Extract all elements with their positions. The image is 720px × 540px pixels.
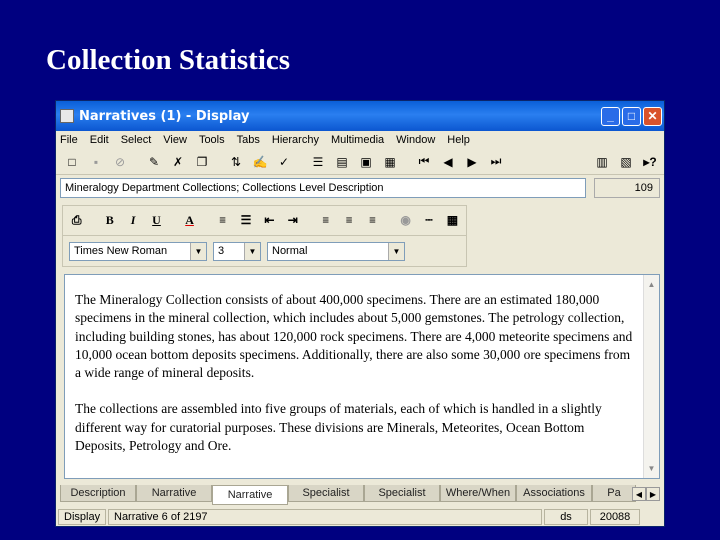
- indent-icon[interactable]: ⇥: [283, 211, 302, 231]
- print-icon[interactable]: ⎙: [67, 211, 86, 231]
- menu-hierarchy[interactable]: Hierarchy: [272, 134, 319, 146]
- minimize-button[interactable]: _: [601, 106, 620, 126]
- delete-record-icon[interactable]: ✗: [168, 152, 188, 172]
- main-toolbar: □ ▪ ⊘ ✎ ✗ ❐ ⇅ ✍ ✓ ☰ ▤ ▣ ▦ ⏮ ◀ ▶ ⏭ ▥ ▧ ▸?: [56, 149, 664, 175]
- font-select[interactable]: Times New Roman ▼: [69, 241, 207, 261]
- first-record-icon[interactable]: ⏮: [414, 152, 434, 172]
- narrative-paragraph: The collections are assembled into five …: [75, 401, 602, 454]
- tab-description[interactable]: Description: [60, 485, 136, 502]
- window-title: Narratives (1) - Display: [79, 108, 250, 124]
- tab-specialist-2[interactable]: Specialist: [364, 485, 440, 502]
- description-row: Mineralogy Department Collections; Colle…: [56, 175, 664, 201]
- status-id: 20088: [590, 509, 640, 525]
- menu-window[interactable]: Window: [396, 134, 435, 146]
- tab-more[interactable]: Pa: [592, 485, 636, 502]
- size-select-value: 3: [218, 245, 225, 257]
- menu-edit[interactable]: Edit: [90, 134, 109, 146]
- next-record-icon[interactable]: ▶: [462, 152, 482, 172]
- font-color-icon[interactable]: A: [180, 211, 199, 231]
- close-button[interactable]: ✕: [643, 106, 662, 126]
- menu-help[interactable]: Help: [447, 134, 470, 146]
- status-bar: Display Narrative 6 of 2197 ds 20088: [56, 508, 664, 526]
- report-icon[interactable]: ▧: [616, 152, 636, 172]
- italic-icon[interactable]: I: [123, 211, 142, 231]
- format-toolbar: ⎙ B I U A ≡ ☰ ⇤ ⇥ ≡ ≡ ≡ ◉ ┄ ▦ Times New …: [62, 205, 467, 267]
- copy-record-icon[interactable]: ❐: [192, 152, 212, 172]
- sort-icon[interactable]: ⇅: [226, 152, 246, 172]
- edit-icon[interactable]: ✍: [250, 152, 270, 172]
- style-select[interactable]: Normal ▼: [267, 241, 405, 261]
- outdent-icon[interactable]: ⇤: [260, 211, 279, 231]
- edit-record-icon[interactable]: ✎: [144, 152, 164, 172]
- table-icon[interactable]: ▦: [443, 211, 462, 231]
- font-select-value: Times New Roman: [74, 245, 168, 257]
- menu-multimedia[interactable]: Multimedia: [331, 134, 384, 146]
- tab-strip: Description Narrative Narrative Speciali…: [60, 485, 662, 505]
- application-window: Narratives (1) - Display _ □ ✕ File Edit…: [55, 100, 665, 527]
- status-user: ds: [544, 509, 588, 525]
- spellcheck-icon[interactable]: ✓: [274, 152, 294, 172]
- maximize-button[interactable]: □: [622, 106, 641, 126]
- chevron-down-icon[interactable]: ▼: [190, 242, 206, 260]
- app-icon: [60, 109, 74, 123]
- tab-specialist[interactable]: Specialist: [288, 485, 364, 502]
- tab-where-when[interactable]: Where/When: [440, 485, 516, 502]
- list-view-icon[interactable]: ☰: [308, 152, 328, 172]
- status-record: Narrative 6 of 2197: [108, 509, 542, 525]
- attach-icon[interactable]: ▥: [592, 152, 612, 172]
- align-right-icon[interactable]: ≡: [363, 211, 382, 231]
- style-select-value: Normal: [272, 245, 308, 257]
- scroll-down-icon[interactable]: ▼: [644, 461, 659, 476]
- help-icon[interactable]: ▸?: [640, 152, 660, 172]
- title-bar[interactable]: Narratives (1) - Display _ □ ✕: [56, 101, 664, 131]
- narrative-paragraph: The Mineralogy Collection consists of ab…: [75, 292, 633, 381]
- display-view-icon[interactable]: ▦: [380, 152, 400, 172]
- bold-icon[interactable]: B: [100, 211, 119, 231]
- slide-title: Collection Statistics: [46, 44, 291, 76]
- numbered-list-icon[interactable]: ≡: [213, 211, 232, 231]
- last-record-icon[interactable]: ⏭: [486, 152, 506, 172]
- menu-file[interactable]: File: [60, 134, 78, 146]
- chevron-down-icon[interactable]: ▼: [388, 242, 404, 260]
- size-select[interactable]: 3 ▼: [213, 241, 261, 261]
- tab-narrative-active[interactable]: Narrative: [212, 485, 288, 505]
- menu-view[interactable]: View: [163, 134, 187, 146]
- cancel-icon[interactable]: ⊘: [110, 152, 130, 172]
- menu-tabs[interactable]: Tabs: [237, 134, 260, 146]
- tab-right-icon[interactable]: ▶: [646, 487, 660, 501]
- status-mode: Display: [58, 509, 106, 525]
- menu-bar: File Edit Select View Tools Tabs Hierarc…: [56, 131, 664, 149]
- menu-tools[interactable]: Tools: [199, 134, 225, 146]
- horizontal-rule-icon[interactable]: ┄: [419, 211, 438, 231]
- tab-narrative[interactable]: Narrative: [136, 485, 212, 502]
- page-view-icon[interactable]: ▤: [332, 152, 352, 172]
- chevron-down-icon[interactable]: ▼: [244, 242, 260, 260]
- image-icon[interactable]: ◉: [396, 211, 415, 231]
- tab-navigation: ◀ ▶: [632, 487, 660, 501]
- tab-left-icon[interactable]: ◀: [632, 487, 646, 501]
- save-icon[interactable]: ▪: [86, 152, 106, 172]
- previous-record-icon[interactable]: ◀: [438, 152, 458, 172]
- details-view-icon[interactable]: ▣: [356, 152, 376, 172]
- align-center-icon[interactable]: ≡: [340, 211, 359, 231]
- bullet-list-icon[interactable]: ☰: [236, 211, 255, 231]
- menu-select[interactable]: Select: [121, 134, 152, 146]
- align-left-icon[interactable]: ≡: [316, 211, 335, 231]
- scroll-up-icon[interactable]: ▲: [644, 277, 659, 292]
- narrative-text: The Mineralogy Collection consists of ab…: [75, 291, 635, 473]
- underline-icon[interactable]: U: [147, 211, 166, 231]
- new-icon[interactable]: □: [62, 152, 82, 172]
- narrative-editor[interactable]: The Mineralogy Collection consists of ab…: [64, 274, 660, 479]
- vertical-scrollbar[interactable]: ▲ ▼: [643, 275, 659, 478]
- tab-associations[interactable]: Associations: [516, 485, 592, 502]
- description-field[interactable]: Mineralogy Department Collections; Colle…: [60, 178, 586, 198]
- record-number-field: 109: [594, 178, 660, 198]
